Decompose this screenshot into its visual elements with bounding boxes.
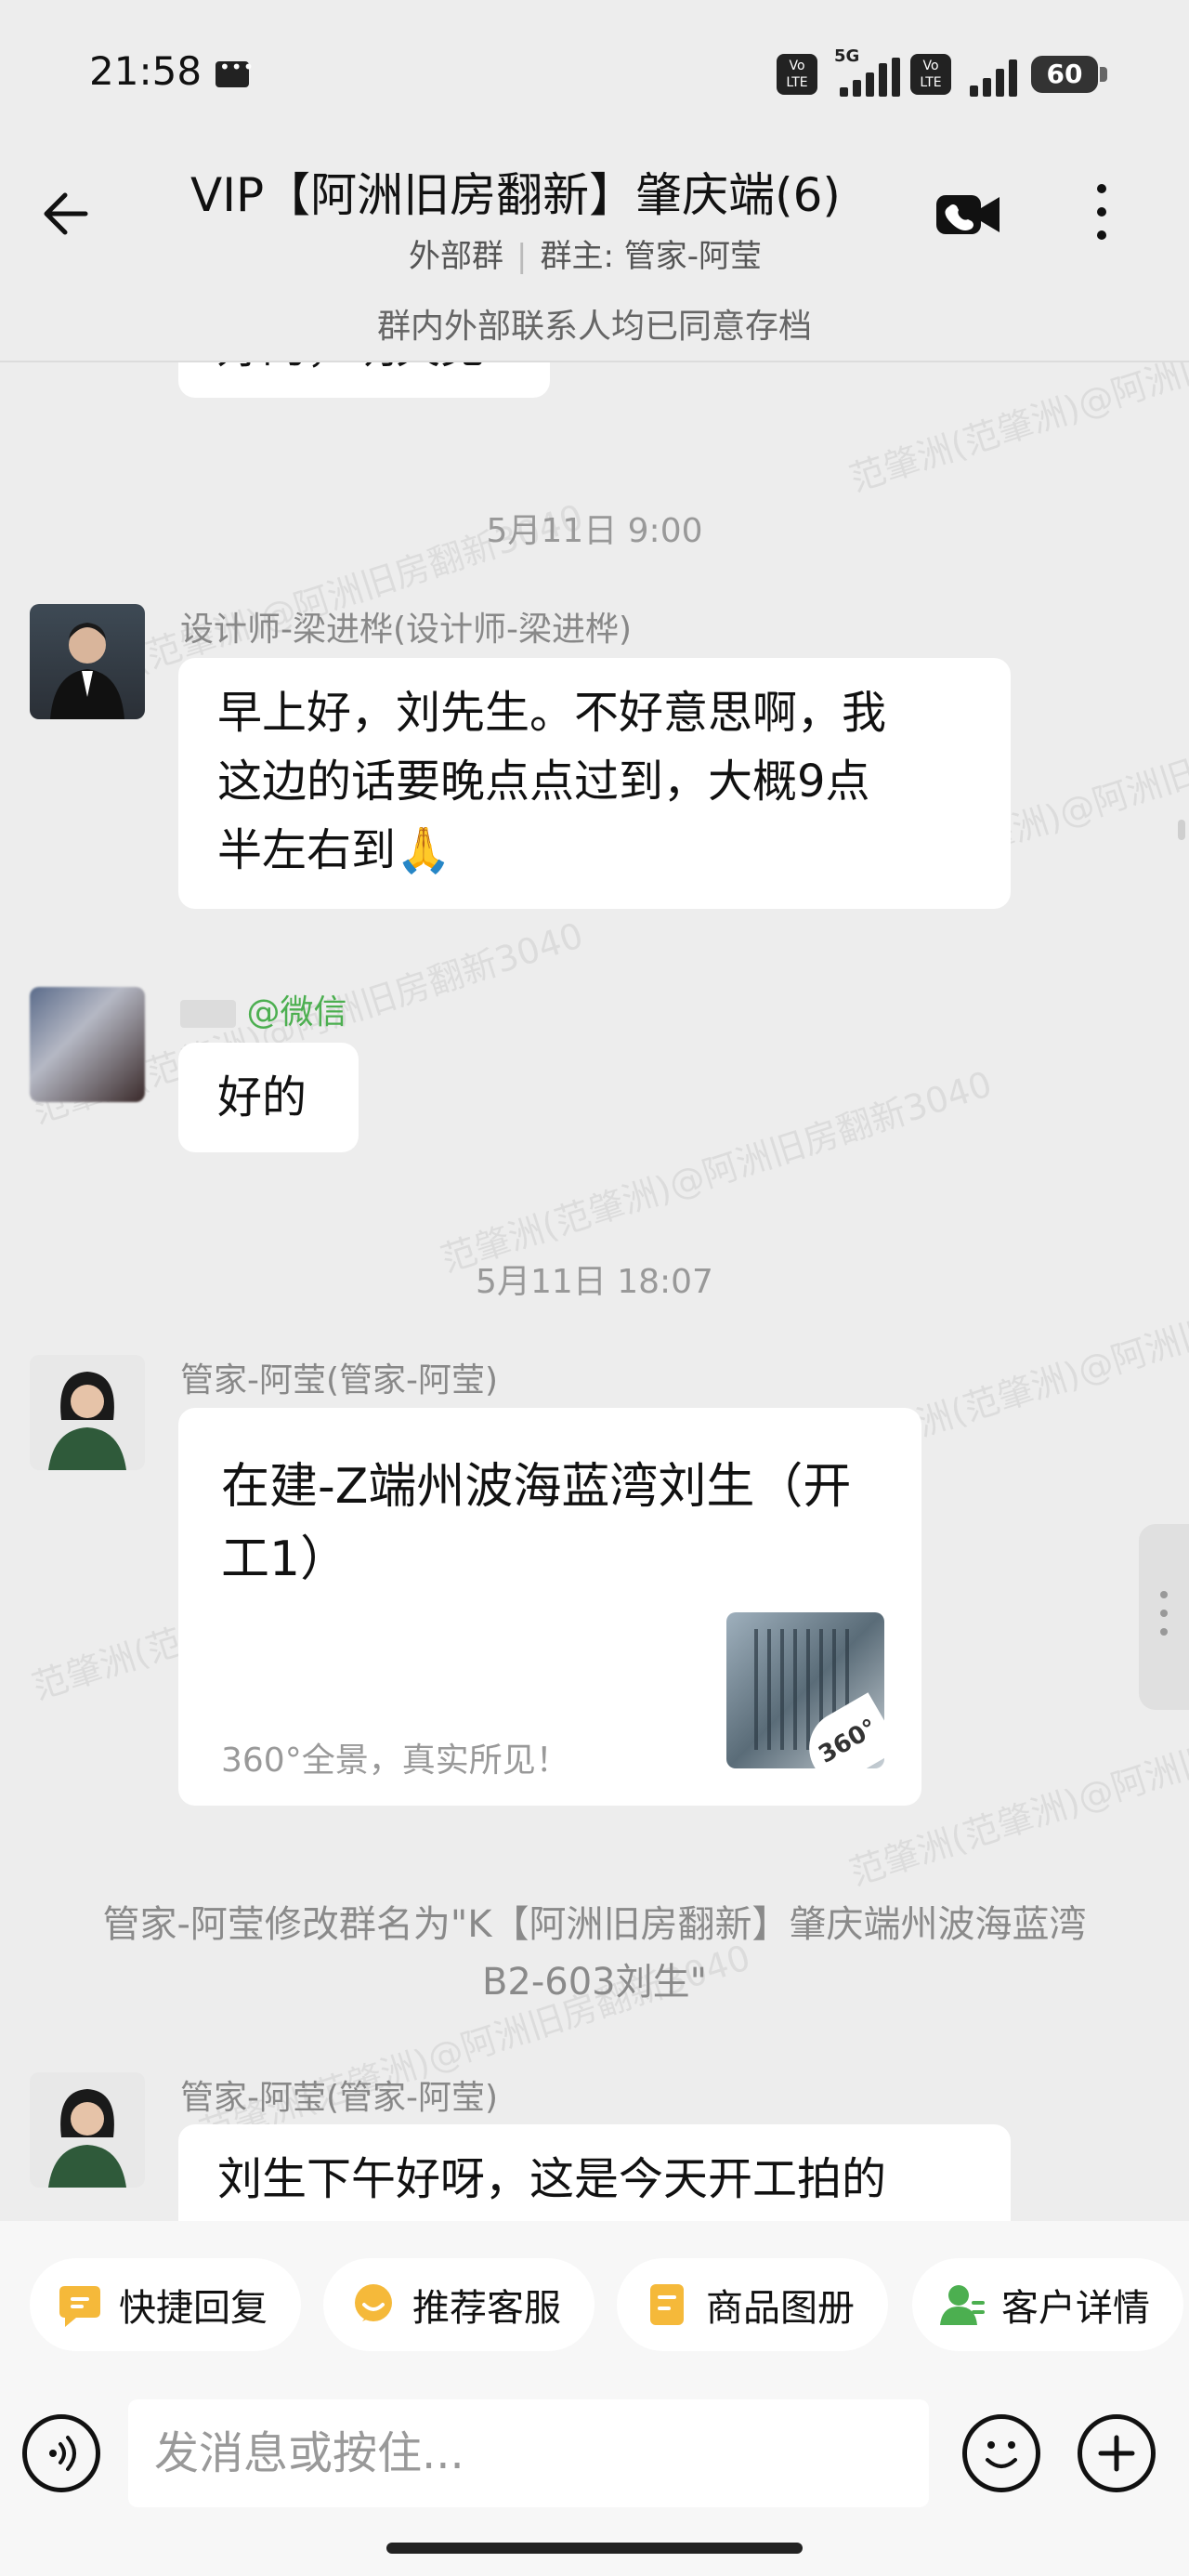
sender-name: 管家-阿莹(管家-阿莹) [180,2079,499,2117]
chat-subtitle: 外部群 | 群主: 管家-阿莹 [409,230,762,276]
partial-message-bubble[interactable]: 好的，明天见 [178,362,550,398]
signal-strength-icon [836,54,901,97]
avatar-person-icon [48,2089,126,2188]
timestamp: 5月11日 18:07 [476,1263,713,1301]
volte-icon: Vo LTE [777,54,817,95]
avatar-butler[interactable] [30,2072,145,2188]
video-call-icon[interactable] [934,190,1001,240]
quick-reply-label: 快捷回复 [119,2287,268,2330]
wechat-suffix: @微信 [246,993,347,1032]
message-bubble[interactable]: 刘生下午好呀，这是今天开工拍的 [178,2124,1011,2221]
smiley-face-icon [986,2441,1017,2468]
product-album-label: 商品图册 [706,2287,855,2330]
product-album-button[interactable]: 商品图册 [617,2258,888,2351]
recommend-service-label: 推荐客服 [412,2287,561,2330]
status-time: 21:58 [89,48,203,94]
watermark: 范肇洲(范肇洲)@阿洲旧房翻新3040 [436,1063,998,1281]
message-input-row [0,2386,1189,2517]
add-attachment-icon [1098,2435,1135,2472]
card-thumbnail: 360° [726,1612,884,1768]
message-text: 刘生下午好呀，这是今天开工拍的 [217,2153,887,2205]
message-text: 好的 [217,1071,307,1124]
blurred-sender-name [180,1000,236,1028]
avatar-person-icon [50,623,124,719]
message-line: 半左右到🙏 [217,824,451,876]
avatar-customer[interactable] [30,987,145,1102]
message-line: 早上好，刘先生。不好意思啊，我 [217,687,887,739]
sender-name: 管家-阿莹(管家-阿莹) [180,1361,499,1400]
sender-name: @微信 [180,985,346,1033]
group-owner-label: 群主: 管家-阿莹 [540,238,762,275]
avatar-butler[interactable] [30,1355,145,1470]
quick-reply-button[interactable]: 快捷回复 [30,2258,301,2351]
card-description: 360°全景，真实所见！ [221,1741,569,1780]
home-indicator[interactable] [386,2543,803,2554]
card-title: 在建-Z端州波海蓝湾刘生（开工1） [221,1459,852,1587]
archive-consent-note: 群内外部联系人均已同意存档 [376,308,812,346]
timestamp: 5月11日 9:00 [486,512,703,550]
status-bar: 21:58 VoLTE 5G VoLTE 60 [0,0,1189,139]
partial-message-text: 好的，明天见 [217,362,485,374]
back-arrow-icon[interactable] [37,184,97,243]
avatar-designer[interactable] [30,604,145,719]
link-card[interactable]: 在建-Z端州波海蓝湾刘生（开工1） 360°全景，真实所见！ 360° [178,1408,921,1806]
watermark: 范肇洲(范肇洲)@阿洲旧房翻新3040 [844,362,1189,500]
voice-input-icon[interactable] [22,2414,100,2492]
message-line: 这边的话要晚点点过到，大概9点 [217,756,870,808]
message-bubble[interactable]: 早上好，刘先生。不好意思啊，我 这边的话要晚点点过到，大概9点 半左右到🙏 [178,658,1011,909]
customer-detail-button[interactable]: 客户详情 [912,2258,1183,2351]
plus-icon[interactable] [1078,2414,1156,2492]
group-type-label: 外部群 [409,238,503,275]
voice-waves-icon [49,2436,76,2471]
customer-detail-icon [940,2285,985,2325]
sender-name: 设计师-梁进桦(设计师-梁进桦) [180,611,633,649]
chat-title: VIP【阿洲旧房翻新】肇庆端(6) [190,168,841,222]
signal-strength-icon-2 [966,54,1031,97]
emoji-icon[interactable] [962,2414,1040,2492]
product-album-icon [650,2284,684,2325]
subtitle-separator: | [516,238,528,275]
quick-reply-icon [59,2286,100,2327]
avatar-person-icon [48,1372,126,1470]
bottom-toolbar: 快捷回复 推荐客服 商品图册 客户详情 [0,2221,1189,2576]
recommend-service-button[interactable]: 推荐客服 [323,2258,594,2351]
side-drawer-handle[interactable] [1139,1524,1189,1710]
message-bubble[interactable]: 好的 [178,1043,359,1152]
message-input[interactable] [128,2399,929,2507]
recommend-service-icon [355,2284,392,2321]
message-notification-icon [216,56,255,87]
battery-icon: 60 [1031,56,1107,93]
system-notice: 管家-阿莹修改群名为"K【阿洲旧房翻新】肇庆端州波海蓝湾B2-603刘生" [102,1903,1087,2004]
volte-icon-2: Vo LTE [910,54,951,95]
chat-message-list[interactable]: 范肇洲(范肇洲)@阿洲旧房翻新3040 范肇洲(范肇洲)@阿洲旧房翻新3040 … [0,362,1189,2221]
more-options-icon[interactable] [1091,184,1113,243]
scroll-indicator[interactable] [1178,820,1185,840]
customer-detail-label: 客户详情 [1001,2287,1150,2330]
